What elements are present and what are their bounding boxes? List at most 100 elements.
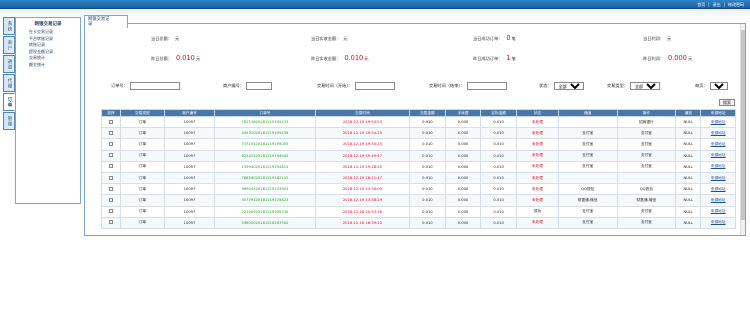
table-row[interactable]: 订单 10097 73315420181219195005 2018-12-19 19…: [101, 138, 736, 151]
table-cell: 0.010: [480, 194, 517, 207]
vertical-scrollbar[interactable]: [740, 24, 745, 235]
time-end-filter: 交易时间（结束）：: [429, 82, 507, 90]
table-row[interactable]: 订单 10097 59805020181218163900 2018-12-18 16…: [101, 216, 736, 229]
table-cell: 0.010: [409, 138, 446, 151]
table-cell: 10097: [163, 160, 216, 173]
table-cell: [557, 171, 618, 185]
table-cell: NULL: [675, 194, 702, 207]
row-checkbox[interactable]: [108, 130, 113, 135]
table-cell: 支付宝: [616, 138, 677, 151]
order-number-input[interactable]: [129, 82, 180, 90]
table-cell: 财富通-微信: [557, 194, 618, 207]
table-cell: 订单: [119, 127, 165, 140]
source-link[interactable]: 来源地址: [700, 183, 736, 196]
row-checkbox[interactable]: [108, 220, 113, 225]
vtab-channel[interactable]: 通道: [3, 55, 15, 73]
table-cell: 10097: [163, 216, 216, 229]
vtab-agent[interactable]: 代理: [3, 74, 15, 92]
vtab-orders[interactable]: 订单: [3, 93, 15, 111]
table-row[interactable]: 订单 10097 96904520181219133903 2018-12-19 13…: [101, 183, 736, 196]
table-cell: 0.010: [409, 171, 446, 185]
source-link[interactable]: 来源地址: [700, 171, 736, 185]
table-cell: 未处理: [515, 171, 559, 185]
vtab-merchant[interactable]: 商户: [3, 36, 15, 54]
stat-yesterday-profit: 昨日利润： 0.000元: [643, 54, 693, 62]
table-cell: 10097: [163, 171, 216, 185]
table-cell: 订单: [119, 194, 165, 207]
table-cell: 支付宝: [557, 216, 618, 229]
table-cell: 订单: [119, 138, 165, 151]
table-cell: 0.000: [444, 160, 482, 173]
per-page-select[interactable]: 10条: [709, 82, 728, 90]
row-checkbox[interactable]: [108, 175, 113, 180]
row-checkbox[interactable]: [108, 153, 113, 158]
table-cell: 支付宝: [616, 205, 677, 218]
scrollbar-thumb[interactable]: [741, 30, 745, 220]
source-link[interactable]: 来源地址: [700, 216, 736, 229]
table-row[interactable]: 订单 10097 78211620181219195433 2018-12-19 19…: [101, 115, 736, 129]
table-cell: 财富通-微信: [616, 194, 677, 207]
table-row[interactable]: 订单 10097 30779120181219135823 2018-12-19 13…: [101, 194, 736, 207]
col-action: 操作: [616, 109, 677, 117]
sidebar-item-trade-stats[interactable]: 交易统计: [19, 55, 77, 62]
time-end-input[interactable]: [466, 82, 507, 90]
merchant-id-input[interactable]: [245, 82, 272, 90]
row-checkbox[interactable]: [108, 197, 113, 202]
filter-bar: 订单号： 商户编号： 交易时间（开始）： 交易时间（结束）： 状态： 全部 交易…: [85, 82, 745, 92]
source-link[interactable]: 来源地址: [700, 160, 736, 173]
sidebar-item-card-records[interactable]: 在卡交易记录: [19, 29, 77, 36]
table-row[interactable]: 订单 10097 22100920181219205330 2018-12-18 20…: [101, 205, 736, 218]
table-cell: 10097: [163, 115, 216, 129]
table-cell: 0.000: [444, 149, 482, 162]
vtab-admin[interactable]: 管理: [3, 112, 15, 130]
source-link[interactable]: 来源地址: [700, 115, 736, 129]
search-button[interactable]: 搜索: [719, 99, 735, 106]
time-start-filter: 交易时间（开始）：: [317, 82, 395, 90]
type-select[interactable]: 全部: [629, 82, 660, 90]
table-cell: 73315420181219195005: [214, 138, 316, 151]
time-start-input[interactable]: [354, 82, 395, 90]
table-cell: 支付宝: [616, 127, 677, 140]
source-link[interactable]: 来源地址: [700, 138, 736, 151]
table-cell: 未处理: [515, 149, 559, 162]
table-cell: 44931020181219195439: [214, 127, 316, 140]
table-cell: 成功: [515, 205, 559, 218]
row-checkbox[interactable]: [108, 119, 113, 124]
table-cell: 0.000: [444, 216, 482, 229]
stat-today-profit: 当日利润：元: [643, 36, 672, 41]
table-cell: 2018-12-19 13:58:29: [314, 194, 411, 207]
table-cell: 10097: [163, 183, 216, 196]
table-cell: 0.010: [409, 149, 446, 162]
logout-link[interactable]: 退出: [713, 2, 721, 8]
table-cell: 订单: [119, 115, 165, 129]
table-cell: 订单: [119, 205, 165, 218]
per-page-filter: 每页： 10条: [695, 82, 728, 90]
sidebar-item-withdraw[interactable]: 提现金额记录: [19, 49, 77, 56]
table-cell: 30779120181219135823: [214, 194, 316, 207]
source-link[interactable]: 来源地址: [700, 205, 736, 218]
table-row[interactable]: 订单 10097 13994020181219194815 2018-12-19 19…: [101, 160, 736, 173]
source-link[interactable]: 来源地址: [700, 149, 736, 162]
source-link[interactable]: 来源地址: [700, 194, 736, 207]
table-row[interactable]: 订单 10097 62542520181219194942 2018-12-19 19…: [101, 149, 736, 162]
row-checkbox[interactable]: [108, 164, 113, 169]
status-select[interactable]: 全部: [553, 82, 584, 90]
row-checkbox[interactable]: [108, 141, 113, 146]
sidebar-item-amount-stats[interactable]: 额交统计: [19, 62, 77, 69]
row-checkbox[interactable]: [108, 186, 113, 191]
table-cell: NULL: [675, 216, 702, 229]
table-cell: 支付宝: [616, 216, 677, 229]
table-cell: 2018-12-19 19:54:53: [314, 115, 411, 129]
table-row[interactable]: 订单 10097 78859020181219182142 2018-12-19 18…: [101, 171, 736, 185]
source-link[interactable]: 来源地址: [700, 127, 736, 140]
order-filter: 订单号：: [111, 82, 180, 90]
change-password-link[interactable]: 修改密码: [728, 2, 744, 8]
row-checkbox[interactable]: [108, 209, 113, 214]
sidebar-item-transfer[interactable]: 转账记录: [19, 42, 77, 49]
table-cell: 订单: [119, 183, 165, 196]
table-row[interactable]: 订单 10097 44931020181219195439 2018-12-19 19…: [101, 127, 736, 140]
sidebar-item-platform-transfer[interactable]: 平台转账记录: [19, 36, 77, 43]
vtab-system[interactable]: 系统: [3, 17, 15, 35]
home-link[interactable]: 首页: [697, 2, 705, 8]
table-cell: 0.000: [444, 171, 482, 185]
